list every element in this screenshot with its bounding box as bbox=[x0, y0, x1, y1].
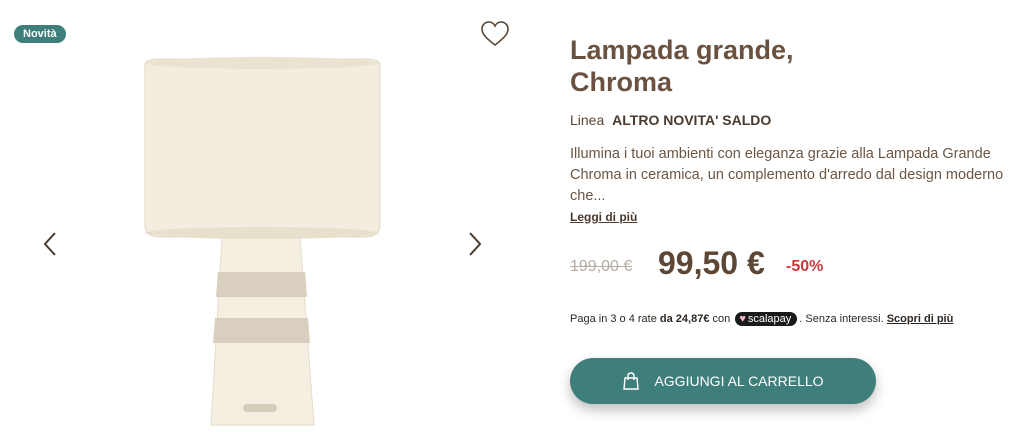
product-line-label: Linea bbox=[570, 112, 605, 128]
add-to-cart-button[interactable]: AGGIUNGI AL CARRELLO bbox=[570, 358, 876, 404]
installments-info: Paga in 3 o 4 rate da 24,87€ con ♥ scalap… bbox=[570, 312, 953, 326]
discover-more-link[interactable]: Scopri di più bbox=[887, 313, 954, 325]
add-to-cart-label: AGGIUNGI AL CARRELLO bbox=[654, 373, 824, 389]
read-more-link[interactable]: Leggi di più bbox=[570, 210, 637, 224]
new-badge: Novità bbox=[14, 25, 66, 43]
discount-badge: -50% bbox=[786, 258, 824, 275]
product-title: Lampada grande, Chroma bbox=[570, 35, 794, 97]
chevron-right-icon[interactable] bbox=[465, 230, 485, 258]
product-gallery: Novità bbox=[0, 0, 530, 432]
installments-amount: da 24,87€ bbox=[659, 312, 710, 325]
scalapay-logo: ♥ scalapay bbox=[735, 312, 798, 326]
chevron-left-icon[interactable] bbox=[40, 230, 60, 258]
shopping-bag-icon bbox=[623, 372, 640, 390]
product-line: Linea ALTRO NOVITA' SALDO bbox=[570, 112, 771, 128]
old-price: 199,00 € bbox=[570, 258, 633, 275]
current-price: 99,50 € bbox=[658, 245, 765, 281]
heart-icon[interactable] bbox=[480, 20, 510, 48]
product-info: Lampada grande, Chroma Linea ALTRO NOVIT… bbox=[570, 0, 1010, 432]
product-image bbox=[144, 57, 381, 426]
product-description: Illumina i tuoi ambienti con eleganza gr… bbox=[570, 146, 1004, 204]
installments-prefix: Paga in 3 o 4 rate bbox=[570, 312, 657, 325]
installments-suffix: . Senza interessi. bbox=[799, 312, 884, 325]
installments-with: con bbox=[712, 312, 731, 325]
product-line-value: ALTRO NOVITA' SALDO bbox=[612, 112, 772, 128]
scalapay-label: scalapay bbox=[747, 313, 792, 325]
scalapay-heart-icon: ♥ bbox=[739, 313, 746, 325]
